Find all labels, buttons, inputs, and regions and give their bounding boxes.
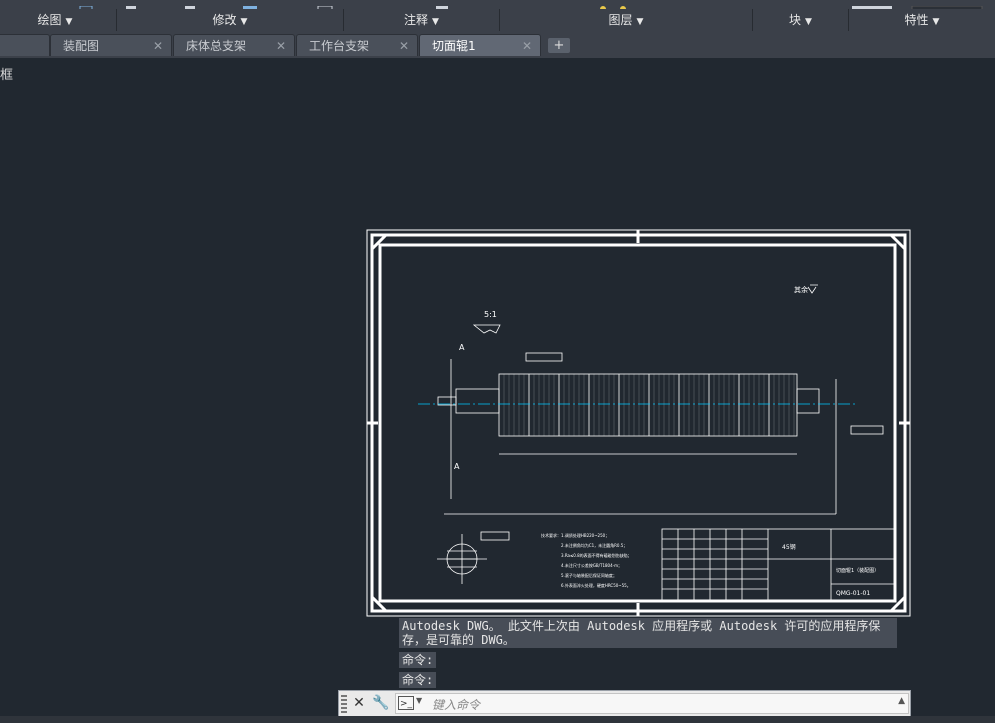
- viewport-label[interactable]: 框: [0, 64, 13, 83]
- wrench-icon[interactable]: 🔧: [372, 694, 390, 713]
- close-icon[interactable]: ✕: [153, 35, 163, 57]
- tab-hidden-left[interactable]: [0, 34, 50, 56]
- section-mark-top: A: [459, 343, 465, 352]
- section-mark-bottom: A: [454, 462, 460, 471]
- ribbon-group-label: 注释: [404, 13, 429, 27]
- tech-note: 3.Ra≤0.8的表面不得有磕碰划伤缺陷；: [561, 552, 632, 558]
- technical-notes: 技术要求：1.调质处理HB220~250； 2.未注倒角均为C1，未注圆角R0.…: [541, 532, 632, 588]
- ribbon-group-label: 特性: [904, 13, 929, 27]
- command-bar: ✕ 🔧 >_ ▼ 键入命令 ▲: [338, 690, 911, 717]
- close-icon[interactable]: ✕: [399, 35, 409, 57]
- ribbon-group-label: 图层: [608, 13, 633, 27]
- command-history-line: 命令:: [399, 672, 437, 688]
- ribbon-group-draw[interactable]: 绘图 ▼: [0, 9, 117, 31]
- command-history: Autodesk DWG。 此文件上次由 Autodesk 应用程序或 Auto…: [399, 618, 897, 648]
- sheet-inner-border: [378, 243, 897, 603]
- tab-label: 切面辊1: [432, 39, 476, 53]
- roller-main-view: [437, 352, 884, 515]
- detail-view: [472, 324, 501, 334]
- ribbon: 绘图 ▼ 修改 ▼ 注释 ▼ 图层 ▼ 块 ▼ 特性 ▼: [0, 0, 995, 33]
- tab-label: 装配图: [63, 39, 100, 53]
- sheet-outer-border: [366, 229, 911, 617]
- title-material: 45钢: [782, 543, 796, 551]
- chevron-down-icon[interactable]: ▼: [416, 696, 422, 705]
- dropdown-arrow-icon: ▼: [636, 17, 644, 27]
- dropdown-arrow-icon: ▼: [432, 17, 439, 27]
- command-history-line: 命令:: [399, 652, 437, 668]
- tech-note: 2.未注倒角均为C1，未注圆角R0.5；: [561, 542, 627, 548]
- command-prompt-icon[interactable]: >_: [398, 696, 414, 710]
- tab-bed-frame[interactable]: 床体总支架 ✕: [173, 34, 295, 56]
- sheet-frame-border: [370, 233, 907, 613]
- dropdown-arrow-icon: ▼: [65, 17, 73, 27]
- ribbon-group-label: 块: [789, 13, 802, 27]
- ribbon-group-layers[interactable]: 图层 ▼: [500, 9, 753, 31]
- command-placeholder: 键入命令: [432, 698, 481, 712]
- command-input[interactable]: >_ ▼ 键入命令 ▲: [395, 693, 909, 714]
- tech-note: 6.外表面淬火处理，硬度HRC50~55。: [561, 582, 631, 588]
- ribbon-group-modify[interactable]: 修改 ▼: [117, 9, 344, 31]
- tab-label: 工作台支架: [309, 39, 370, 53]
- roughness-note: 其余: [794, 285, 808, 294]
- tab-workbench-frame[interactable]: 工作台支架 ✕: [296, 34, 418, 56]
- center-marks: [367, 230, 910, 616]
- ribbon-group-block[interactable]: 块 ▼: [753, 9, 849, 31]
- ribbon-group-properties[interactable]: 特性 ▼: [849, 9, 995, 31]
- ribbon-group-label: 修改: [212, 13, 237, 27]
- add-tab-button[interactable]: +: [548, 38, 570, 53]
- status-bar: [0, 716, 995, 723]
- dropdown-arrow-icon: ▼: [805, 17, 812, 27]
- drawing-sheet[interactable]: 其余 5:1 A A 技术要求：1.调质处理HB220~250； 2.未注倒角均…: [366, 229, 911, 617]
- roughness-symbol-icon: [807, 284, 818, 294]
- tech-note: 5.滚子与轴装配后保证同轴度；: [561, 572, 617, 578]
- close-icon[interactable]: ✕: [522, 35, 532, 57]
- corner-marks: [370, 233, 907, 613]
- tab-cutting-roller[interactable]: 切面辊1 ✕: [419, 34, 541, 56]
- ribbon-tools-row: [0, 0, 995, 9]
- grip-handle[interactable]: [341, 695, 347, 713]
- history-up-icon[interactable]: ▲: [898, 696, 905, 706]
- tech-note: 技术要求：1.调质处理HB220~250；: [541, 532, 609, 538]
- detail-scale-label: 5:1: [484, 310, 497, 319]
- tech-note: 4.未注尺寸公差按GB/T1804-m；: [561, 562, 622, 568]
- close-icon[interactable]: ✕: [350, 694, 368, 713]
- section-view: [437, 531, 510, 584]
- close-icon[interactable]: ✕: [276, 35, 286, 57]
- tab-label: 床体总支架: [186, 39, 247, 53]
- dropdown-arrow-icon: ▼: [240, 17, 248, 27]
- ribbon-group-annotate[interactable]: 注释 ▼: [344, 9, 500, 31]
- title-drawing-no: QMG-01-01: [836, 590, 870, 597]
- dropdown-arrow-icon: ▼: [932, 17, 940, 27]
- file-tab-bar: 装配图 ✕ 床体总支架 ✕ 工作台支架 ✕ 切面辊1 ✕ +: [0, 32, 995, 58]
- ribbon-group-label: 绘图: [37, 13, 62, 27]
- tab-assembly[interactable]: 装配图 ✕: [50, 34, 172, 56]
- title-part-name: 切面辊1（装配图）: [836, 567, 879, 574]
